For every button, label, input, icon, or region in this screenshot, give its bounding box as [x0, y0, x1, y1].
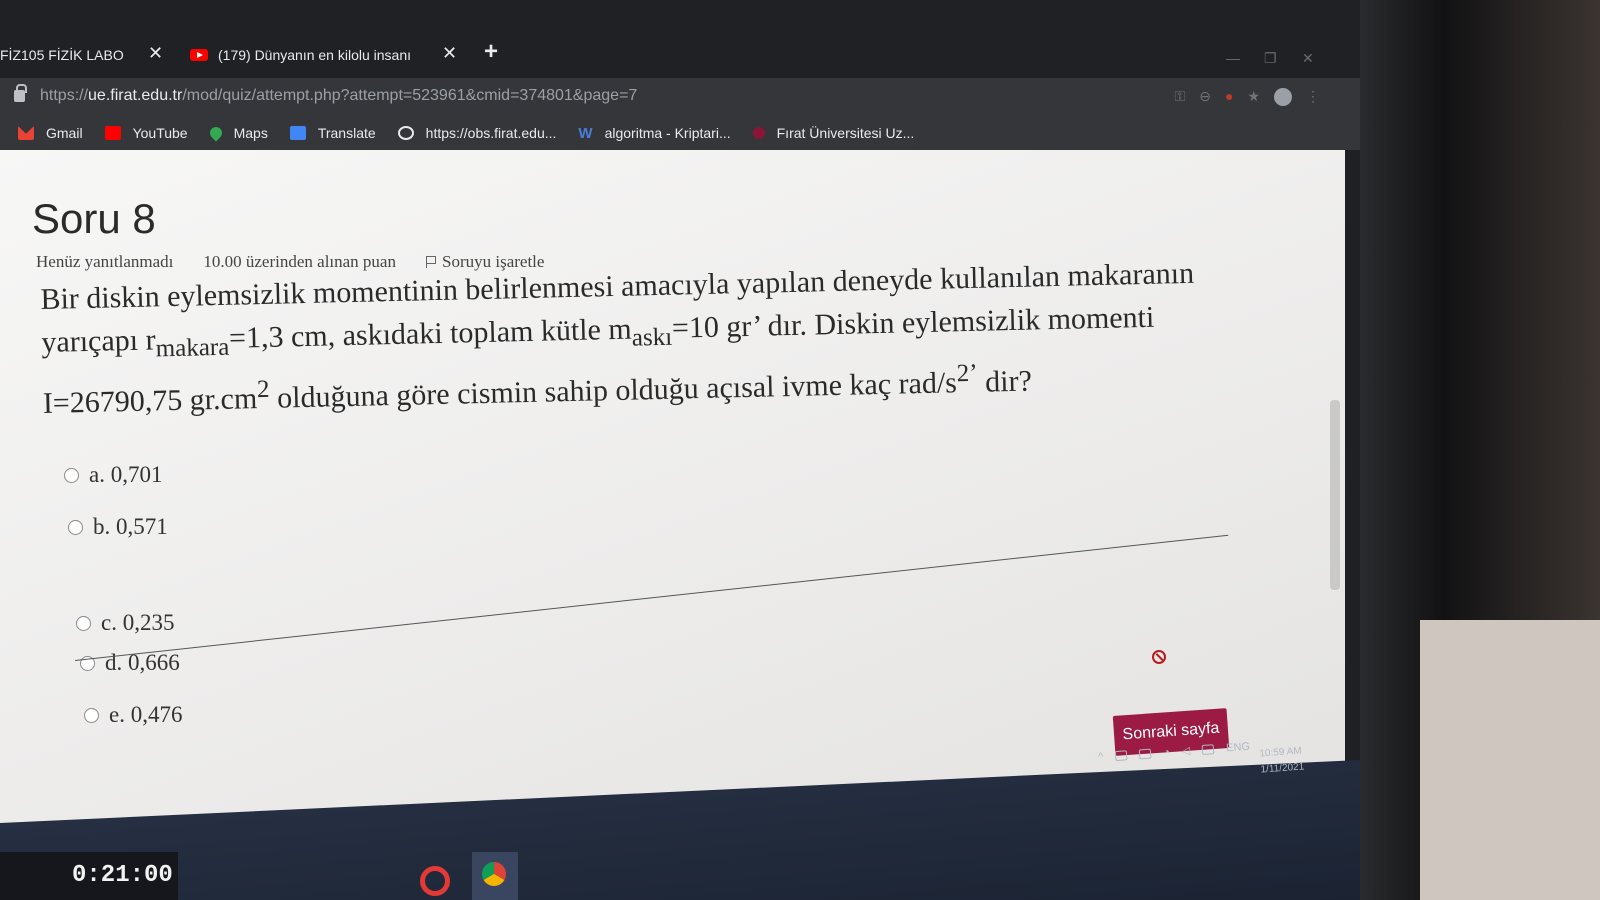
question-text-part: dir? — [977, 364, 1033, 399]
toolbar-icons: ⚿ ⊖ ● ★ ⋮ — [1175, 88, 1320, 106]
bookmark-translate[interactable]: Translate — [289, 125, 376, 141]
superscript: 2 — [256, 375, 270, 404]
taskbar-chrome[interactable] — [472, 852, 518, 900]
question-text: Bir diskin eylemsizlik momentinin belirl… — [40, 250, 1263, 425]
answer-option-e[interactable]: e. 0,476 — [84, 702, 182, 728]
address-bar[interactable]: https://ue.firat.edu.tr/mod/quiz/attempt… — [0, 78, 1360, 116]
question-points: 10.00 üzerinden alınan puan — [203, 252, 396, 271]
bookmark-label: Maps — [233, 125, 268, 141]
answer-label: c. 0,235 — [101, 610, 175, 635]
radio-button[interactable] — [68, 519, 83, 535]
subscript: makara — [155, 333, 230, 363]
language-indicator[interactable]: ENG — [1226, 740, 1251, 754]
radio-button[interactable] — [76, 615, 91, 631]
url-scheme: https:// — [40, 87, 89, 104]
radio-button[interactable] — [64, 467, 79, 483]
superscript: 2’ — [956, 359, 978, 388]
answer-option-b[interactable]: b. 0,571 — [68, 514, 168, 540]
w-icon: W — [578, 124, 593, 142]
wifi-icon[interactable]: ◔ — [1163, 746, 1170, 758]
answer-label: b. 0,571 — [93, 514, 168, 539]
lock-icon — [14, 84, 27, 102]
desk-surface — [1420, 620, 1600, 900]
answer-option-a[interactable]: a. 0,701 — [64, 462, 162, 488]
url-text[interactable]: https://ue.firat.edu.tr/mod/quiz/attempt… — [40, 87, 637, 105]
taskbar-clock[interactable]: 10:59 AM 1/11/2021 — [1259, 744, 1305, 779]
close-window-icon[interactable]: ✕ — [1302, 50, 1314, 67]
menu-icon[interactable]: ⋮ — [1306, 88, 1320, 106]
youtube-icon — [104, 126, 121, 140]
bookmark-obs[interactable]: https://obs.firat.edu... — [397, 125, 557, 141]
question-title: Soru 8 — [32, 195, 156, 242]
question-text-part: =1,3 cm, askıdaki toplam kütle m — [228, 312, 633, 355]
key-icon[interactable]: ⚿ — [1175, 88, 1186, 106]
quiz-page: Soru 8 Henüz yanıtlanmadı 10.00 üzerinde… — [0, 150, 1345, 840]
tab-youtube[interactable]: (179) Dünyanın en kilolu insanı — [190, 40, 411, 70]
answer-label: e. 0,476 — [109, 702, 183, 727]
radio-button[interactable] — [84, 707, 99, 723]
bookmark-label: algoritma - Kriptari... — [604, 125, 731, 141]
globe-icon — [397, 126, 414, 140]
flag-icon — [425, 256, 436, 268]
gmail-icon — [18, 126, 34, 140]
minimize-icon[interactable]: — — [1226, 50, 1240, 66]
subscript: askı — [631, 323, 673, 352]
profile-avatar[interactable] — [1274, 88, 1292, 106]
bookmark-label: Translate — [317, 125, 376, 141]
zoom-icon[interactable]: ⊖ — [1199, 88, 1211, 106]
bookmark-gmail[interactable]: Gmail — [18, 125, 83, 141]
url-path: /mod/quiz/attempt.php?attempt=523961&cmi… — [182, 87, 638, 104]
answer-label: a. 0,701 — [89, 462, 163, 487]
close-icon[interactable]: ✕ — [148, 43, 163, 64]
quiz-timer: 0:21:00 — [0, 852, 178, 900]
firat-icon — [752, 127, 765, 139]
cloud-icon[interactable] — [1114, 749, 1128, 761]
close-icon[interactable]: ✕ — [442, 43, 457, 64]
bookmark-firat[interactable]: Fırat Üniversitesi Uz... — [752, 125, 915, 141]
bookmark-label: Fırat Üniversitesi Uz... — [776, 125, 915, 141]
answer-label: d. 0,666 — [105, 650, 180, 675]
star-icon[interactable]: ★ — [1247, 88, 1260, 106]
clock-date: 1/11/2021 — [1260, 761, 1305, 776]
maps-icon — [207, 124, 225, 142]
bookmark-algoritma[interactable]: Walgoritma - Kriptari... — [578, 125, 730, 142]
page-scrollbar[interactable] — [1330, 400, 1340, 590]
tab-bar: FİZ105 FİZİK LABO ✕ (179) Dünyanın en ki… — [0, 0, 1360, 78]
battery-icon[interactable] — [1138, 748, 1152, 759]
bookmark-label: YouTube — [132, 125, 188, 141]
question-status: Henüz yanıtlanmadı — [36, 252, 174, 271]
opera-icon[interactable] — [420, 866, 450, 896]
new-tab-icon[interactable]: + — [484, 38, 498, 66]
laptop-screen: FİZ105 FİZİK LABO ✕ (179) Dünyanın en ki… — [0, 0, 1360, 900]
bookmark-label: Gmail — [46, 125, 83, 141]
tab-fiz105[interactable]: FİZ105 FİZİK LABO — [0, 40, 124, 70]
url-host: ue.firat.edu.tr — [88, 87, 183, 104]
tab-title: FİZ105 FİZİK LABO — [0, 47, 124, 63]
answer-option-c[interactable]: c. 0,235 — [76, 610, 174, 636]
tab-title: (179) Dünyanın en kilolu insanı — [218, 47, 412, 63]
bookmark-label: https://obs.firat.edu... — [425, 125, 557, 141]
extension-icon[interactable]: ● — [1225, 88, 1233, 106]
maximize-icon[interactable]: ❐ — [1264, 50, 1277, 67]
bookmark-youtube[interactable]: YouTube — [104, 125, 188, 141]
bookmark-maps[interactable]: Maps — [207, 124, 268, 142]
chevron-up-icon[interactable]: ^ — [1098, 750, 1104, 762]
keyboard-icon[interactable] — [1201, 743, 1215, 755]
section-divider — [75, 534, 1229, 661]
no-entry-icon — [1152, 650, 1166, 664]
question-text-part: olduğuna göre cismin sahip olduğu açısal… — [269, 366, 958, 415]
youtube-icon — [190, 49, 208, 61]
translate-icon — [289, 126, 306, 140]
chrome-icon — [482, 862, 506, 886]
bookmarks-bar: Gmail YouTube Maps Translate https://obs… — [0, 116, 1360, 150]
volume-icon[interactable]: ◁ — [1181, 744, 1190, 758]
